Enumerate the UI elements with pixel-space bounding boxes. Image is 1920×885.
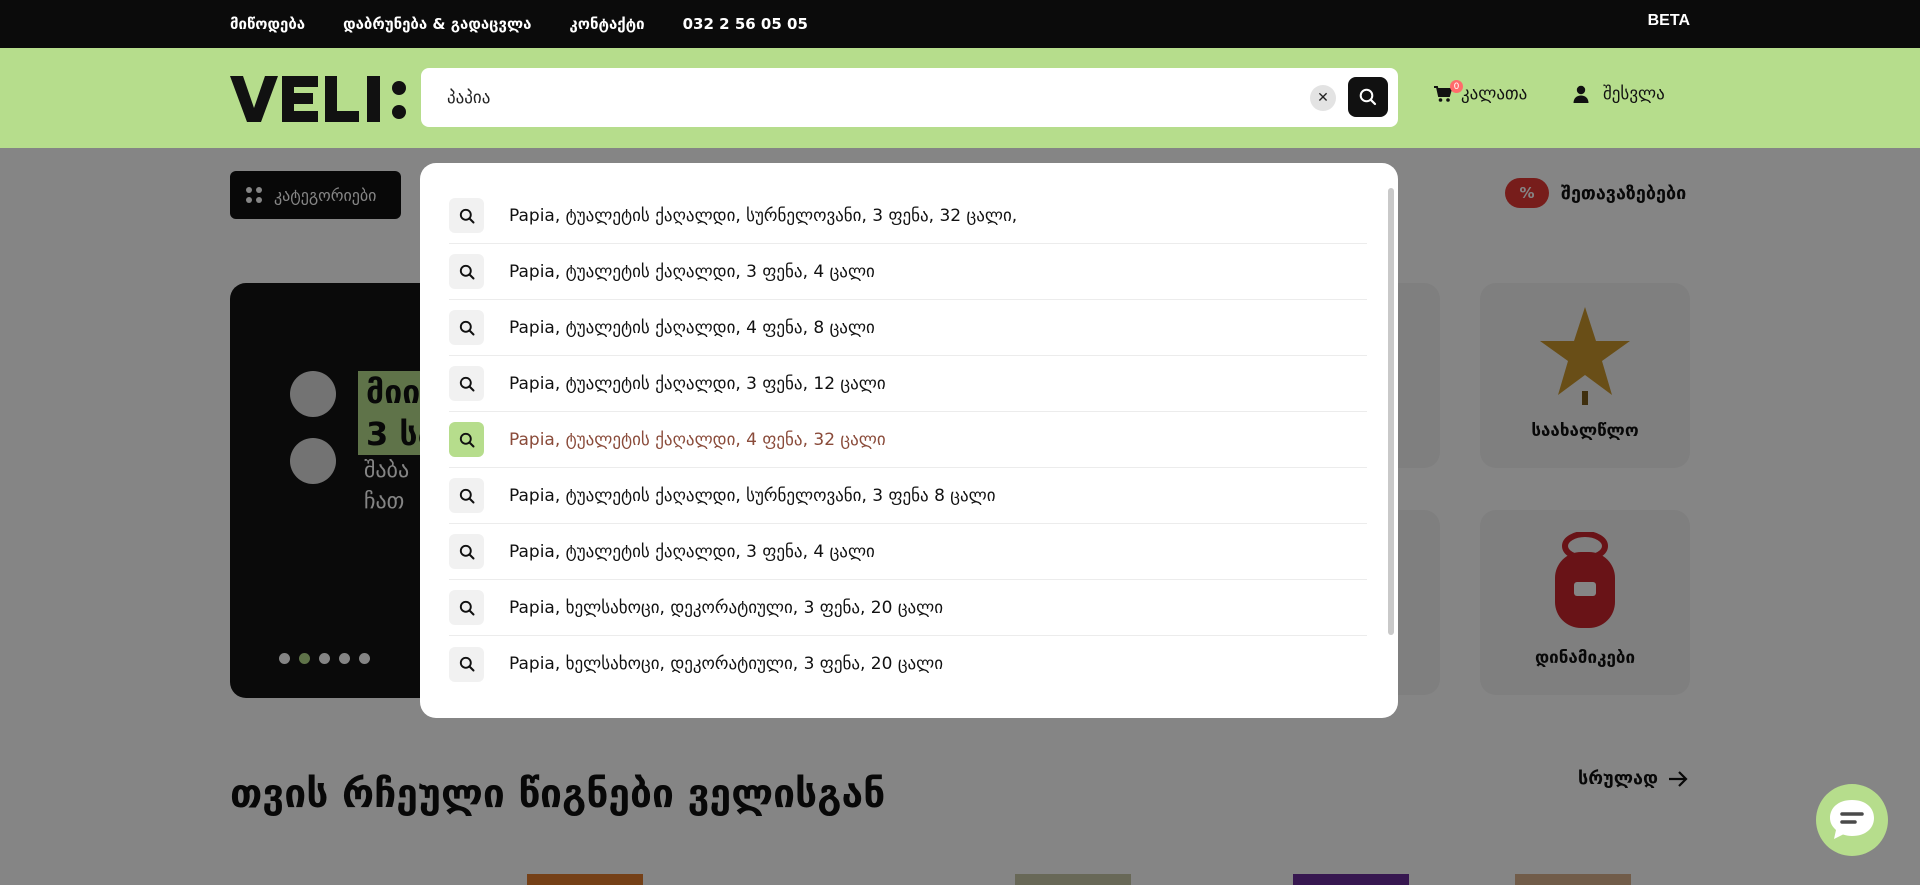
suggestion-item[interactable]: Papia, ტუალეტის ქაღალდი, 4 ფენა, 8 ცალი xyxy=(449,300,1367,356)
suggestion-text: Papia, ტუალეტის ქაღალდი, სურნელოვანი, 3 … xyxy=(509,485,996,506)
suggestion-item[interactable]: Papia, ტუალეტის ქაღალდი, სურნელოვანი, 3 … xyxy=(449,468,1367,524)
suggestion-text: Papia, ტუალეტის ქაღალდი, 3 ფენა, 4 ცალი xyxy=(509,261,875,282)
dropdown-scrollbar[interactable] xyxy=(1388,188,1394,635)
cart-count-badge: 0 xyxy=(1450,80,1463,93)
suggestion-item[interactable]: Papia, ტუალეტის ქაღალდი, 3 ფენა, 4 ცალი xyxy=(449,244,1367,300)
top-links: მიწოდება დაბრუნება & გადაცვლა კონტაქტი 0… xyxy=(230,0,808,48)
suggestion-item[interactable]: Papia, ტუალეტის ქაღალდი, 3 ფენა, 12 ცალი xyxy=(449,356,1367,412)
suggestion-item[interactable]: Papia, ტუალეტის ქაღალდი, სურნელოვანი, 3 … xyxy=(449,188,1367,244)
search-icon xyxy=(449,646,484,682)
header: ✕ 0 კალათა შესვლა xyxy=(0,48,1920,148)
suggestion-text: Papia, ტუალეტის ქაღალდი, 4 ფენა, 8 ცალი xyxy=(509,317,875,338)
search-icon xyxy=(449,366,484,401)
suggestion-text: Papia, ტუალეტის ქაღალდი, სურნელოვანი, 3 … xyxy=(509,205,1018,226)
cart-label: კალათა xyxy=(1461,84,1528,104)
suggestion-text: Papia, ხელსახოცი, დეკორატიული, 3 ფენა, 2… xyxy=(509,654,944,674)
search-icon xyxy=(1359,88,1377,106)
login-button[interactable]: შესვლა xyxy=(1573,84,1665,104)
search-box: ✕ xyxy=(421,68,1398,127)
search-icon xyxy=(449,254,484,289)
suggestion-text: Papia, ხელსახოცი, დეკორატიული, 3 ფენა, 2… xyxy=(509,597,944,618)
suggestion-text: Papia, ტუალეტის ქაღალდი, 4 ფენა, 32 ცალი xyxy=(509,429,886,450)
beta-label: BETA xyxy=(1647,12,1690,29)
top-bar: მიწოდება დაბრუნება & გადაცვლა კონტაქტი 0… xyxy=(0,0,1920,48)
cart-button[interactable]: 0 კალათა xyxy=(1433,80,1528,104)
user-icon xyxy=(1573,85,1589,103)
search-suggestions-dropdown: Papia, ტუალეტის ქაღალდი, სურნელოვანი, 3 … xyxy=(420,163,1398,718)
suggestion-text: Papia, ტუალეტის ქაღალდი, 3 ფენა, 4 ცალი xyxy=(509,541,875,562)
login-label: შესვლა xyxy=(1603,84,1665,104)
suggestion-list: Papia, ტუალეტის ქაღალდი, სურნელოვანი, 3 … xyxy=(449,188,1367,692)
search-icon xyxy=(449,534,484,569)
search-icon xyxy=(449,310,484,345)
returns-link[interactable]: დაბრუნება & გადაცვლა xyxy=(343,15,531,33)
search-button[interactable] xyxy=(1348,77,1388,117)
delivery-link[interactable]: მიწოდება xyxy=(230,15,305,33)
search-icon xyxy=(449,590,484,625)
contact-link[interactable]: კონტაქტი xyxy=(569,15,644,33)
suggestion-item[interactable]: Papia, ხელსახოცი, დეკორატიული, 3 ფენა, 2… xyxy=(449,580,1367,636)
suggestion-item[interactable]: Papia, ტუალეტის ქაღალდი, 3 ფენა, 4 ცალი xyxy=(449,524,1367,580)
chat-button[interactable] xyxy=(1816,784,1888,856)
close-icon[interactable]: ✕ xyxy=(1310,85,1336,111)
suggestion-text: Papia, ტუალეტის ქაღალდი, 3 ფენა, 12 ცალი xyxy=(509,373,886,394)
suggestion-item[interactable]: Papia, ტუალეტის ქაღალდი, 4 ფენა, 32 ცალი xyxy=(449,412,1367,468)
phone-number[interactable]: 032 2 56 05 05 xyxy=(683,15,808,33)
chat-icon xyxy=(1830,800,1874,839)
suggestion-item[interactable]: Papia, ხელსახოცი, დეკორატიული, 3 ფენა, 2… xyxy=(449,636,1367,692)
search-input[interactable] xyxy=(447,68,1307,127)
veli-logo[interactable] xyxy=(230,74,408,124)
search-icon xyxy=(449,422,484,457)
search-icon xyxy=(449,198,484,233)
search-icon xyxy=(449,478,484,513)
